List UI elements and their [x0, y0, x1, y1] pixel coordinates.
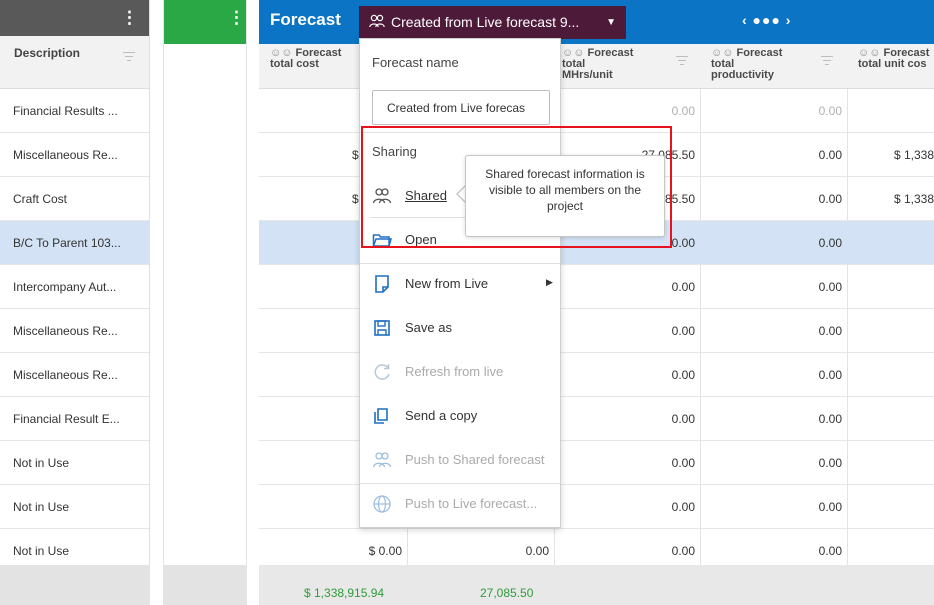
forecast-name-input[interactable]: [372, 90, 550, 125]
description-row[interactable]: B/C To Parent 103...: [0, 221, 149, 265]
forecast-cell: 0.00: [818, 104, 842, 118]
description-row[interactable]: Financial Result E...: [0, 397, 149, 441]
column-header-line: Forecast: [587, 47, 634, 59]
forecast-cell: 0.00: [818, 368, 842, 382]
forecast-cell: 0.00: [671, 104, 695, 118]
copy-icon: [372, 406, 392, 426]
description-row[interactable]: Not in Use: [0, 485, 149, 529]
description-row[interactable]: Intercompany Aut...: [0, 265, 149, 309]
refresh-from-live-menu-label: Refresh from live: [405, 364, 504, 379]
forecast-cell: 0.00: [818, 456, 842, 470]
description-panel: ⋮ Description Financial Results ... Misce…: [0, 0, 150, 605]
filter-icon[interactable]: [676, 56, 688, 66]
chevron-right-icon: ▶: [546, 277, 553, 287]
forecast-cell: 0.00: [671, 412, 695, 426]
description-row[interactable]: Miscellaneous Re...: [0, 309, 149, 353]
forecast-cell: 0.00: [818, 148, 842, 162]
secondary-panel: ⋮: [163, 0, 247, 605]
new-from-live-menu-label: New from Live: [405, 276, 489, 291]
column-header-line: Forecast: [736, 47, 783, 59]
column-header-total-cost[interactable]: ☺☺ Forecast total cost: [270, 48, 341, 70]
description-column-header[interactable]: Description: [0, 36, 149, 89]
description-row[interactable]: Miscellaneous Re...: [0, 133, 149, 177]
column-header-line: MHrs/unit: [562, 69, 613, 81]
refresh-icon: [372, 362, 392, 382]
push-to-live-menu-label: Push to Live forecast...: [405, 496, 538, 511]
forecast-options-menu: Forecast name Sharing Shared Open New fr…: [359, 38, 561, 528]
new-from-live-menu-item[interactable]: New from Live ▶: [360, 264, 560, 304]
description-row[interactable]: Financial Results ...: [0, 89, 149, 133]
save-as-menu-label: Save as: [405, 320, 452, 335]
description-panel-toolbar: ⋮: [0, 0, 149, 36]
description-footer: [0, 565, 150, 605]
forecast-totals-row: $ 1,338,915.94 27,085.50: [259, 565, 934, 605]
forecast-cell: $ 1,338: [893, 192, 934, 206]
forecast-cell: 0.00: [671, 456, 695, 470]
send-copy-menu-label: Send a copy: [405, 408, 478, 423]
description-list: Financial Results ... Miscellaneous Re...…: [0, 89, 149, 573]
forecast-cell: 0.00: [671, 280, 695, 294]
description-row[interactable]: Craft Cost: [0, 177, 149, 221]
total-hours: 27,085.50: [480, 586, 534, 600]
save-icon: [372, 318, 392, 338]
filter-icon[interactable]: [821, 56, 833, 66]
forecast-cell: 0.00: [818, 500, 842, 514]
column-header-productivity[interactable]: ☺☺ Forecast total productivity: [711, 48, 782, 81]
save-as-menu-item[interactable]: Save as: [360, 308, 560, 348]
more-options-icon[interactable]: ⋮: [121, 9, 138, 27]
push-to-live-menu-item[interactable]: Push to Live forecast...: [360, 484, 560, 524]
forecast-cell: 0.00: [818, 280, 842, 294]
forecast-name-label: Forecast name: [372, 55, 459, 70]
column-header-line: total cost: [270, 58, 319, 70]
column-header-unit-cost[interactable]: ☺☺ Forecast total unit cos: [858, 48, 929, 70]
column-header-mhrs-unit[interactable]: ☺☺ Forecast total MHrs/unit: [562, 48, 633, 81]
highlight-box: [361, 126, 672, 248]
send-copy-menu-item[interactable]: Send a copy: [360, 396, 560, 436]
column-header-line: total unit cos: [858, 58, 927, 70]
forecast-selector-dropdown[interactable]: Created from Live forecast 9... ▼: [359, 6, 626, 39]
forecast-cell: $ 1,338: [893, 148, 934, 162]
globe-icon: [372, 494, 392, 514]
refresh-from-live-menu-item[interactable]: Refresh from live: [360, 352, 560, 392]
push-to-shared-menu-label: Push to Shared forecast: [405, 452, 545, 467]
forecast-cell: 0.00: [818, 192, 842, 206]
more-options-icon[interactable]: ⋮: [228, 9, 245, 27]
total-cost: $ 1,338,915.94: [304, 586, 385, 600]
forecast-cell: 0.00: [818, 412, 842, 426]
forecast-cell: 0.00: [671, 236, 695, 250]
shared-users-icon: [372, 450, 392, 470]
push-to-shared-menu-item[interactable]: Push to Shared forecast: [360, 440, 560, 480]
secondary-panel-toolbar: ⋮: [164, 0, 246, 44]
forecast-title: Forecast: [270, 10, 341, 29]
chevron-down-icon: ▼: [606, 17, 616, 28]
forecast-selector-label: Created from Live forecast 9...: [391, 14, 580, 30]
forecast-cell: 0.00: [818, 324, 842, 338]
panel-pager[interactable]: ‹ ●●● ›: [742, 12, 791, 28]
forecast-cell: 0.00: [818, 236, 842, 250]
forecast-cell: 0.00: [671, 324, 695, 338]
description-row[interactable]: Not in Use: [0, 441, 149, 485]
filter-icon[interactable]: [123, 52, 135, 62]
secondary-panel-footer: [164, 565, 246, 605]
shared-users-icon: [369, 7, 385, 40]
forecast-cell: 0.00: [671, 500, 695, 514]
document-icon: [372, 274, 392, 294]
description-row[interactable]: Miscellaneous Re...: [0, 353, 149, 397]
column-header-line: productivity: [711, 69, 774, 81]
forecast-cell: 0.00: [671, 368, 695, 382]
description-header-label: Description: [14, 46, 81, 60]
